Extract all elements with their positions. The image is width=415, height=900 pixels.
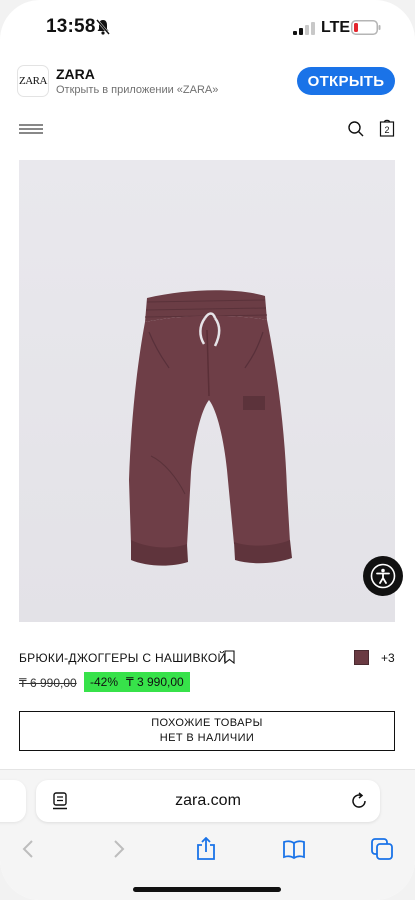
zara-app-logo: ZARA xyxy=(17,65,49,97)
status-time: 13:58 xyxy=(46,16,96,37)
search-icon[interactable] xyxy=(347,120,365,138)
back-arrow-icon[interactable] xyxy=(17,837,41,861)
discount-price-block: -42% ₸ 3 990,00 xyxy=(84,672,190,692)
share-icon[interactable] xyxy=(194,837,218,861)
product-image[interactable] xyxy=(19,160,395,622)
bell-slash-icon xyxy=(96,19,110,35)
app-banner: ZARA ZARA Открыть в приложении «ZARA» ОТ… xyxy=(0,58,415,106)
url-text[interactable]: zara.com xyxy=(36,792,380,810)
forward-arrow-icon[interactable] xyxy=(106,837,130,861)
browser-toolbar: zara.com xyxy=(0,769,415,900)
similar-products-button[interactable]: ПОХОЖИЕ ТОВАРЫ НЕТ В НАЛИЧИИ xyxy=(19,711,395,751)
joggers-illustration xyxy=(129,290,292,566)
address-bar[interactable]: zara.com xyxy=(36,780,380,822)
bag-count: 2 xyxy=(384,125,389,135)
discount-percent: -42% xyxy=(90,675,119,689)
menu-icon[interactable] xyxy=(19,124,43,134)
more-colors-count[interactable]: +3 xyxy=(381,651,395,665)
previous-tab-pill[interactable] xyxy=(0,780,26,822)
app-banner-subtitle: Открыть в приложении «ZARA» xyxy=(56,84,219,96)
accessibility-button[interactable] xyxy=(363,556,403,596)
color-swatch[interactable] xyxy=(354,650,369,665)
tabs-icon[interactable] xyxy=(370,837,394,861)
new-price: ₸ 3 990,00 xyxy=(126,675,184,689)
out-of-stock-label: НЕТ В НАЛИЧИИ xyxy=(159,732,255,744)
bookmarks-book-icon[interactable] xyxy=(282,837,306,861)
status-bar: 13:58 LTE xyxy=(0,0,415,56)
app-name: ZARA xyxy=(56,66,95,82)
open-in-app-button[interactable]: ОТКРЫТЬ xyxy=(297,67,395,95)
phone-screen: 13:58 LTE ZARA ZARA Открыть в приложении… xyxy=(0,0,415,900)
shopping-bag-icon[interactable]: 2 xyxy=(379,119,395,137)
cellular-signal-icon xyxy=(293,22,315,35)
similar-products-label: ПОХОЖИЕ ТОВАРЫ xyxy=(151,717,263,729)
network-type: LTE xyxy=(321,19,351,36)
battery-icon xyxy=(351,20,381,35)
home-indicator xyxy=(133,887,281,892)
old-price: ₸ 6 990,00 xyxy=(19,676,77,690)
site-header: 2 xyxy=(0,108,415,150)
product-title: БРЮКИ-ДЖОГГЕРЫ С НАШИВКОЙ xyxy=(19,651,227,665)
reload-icon[interactable] xyxy=(350,792,368,810)
accessibility-icon xyxy=(370,563,396,589)
bookmark-icon[interactable] xyxy=(224,650,235,664)
